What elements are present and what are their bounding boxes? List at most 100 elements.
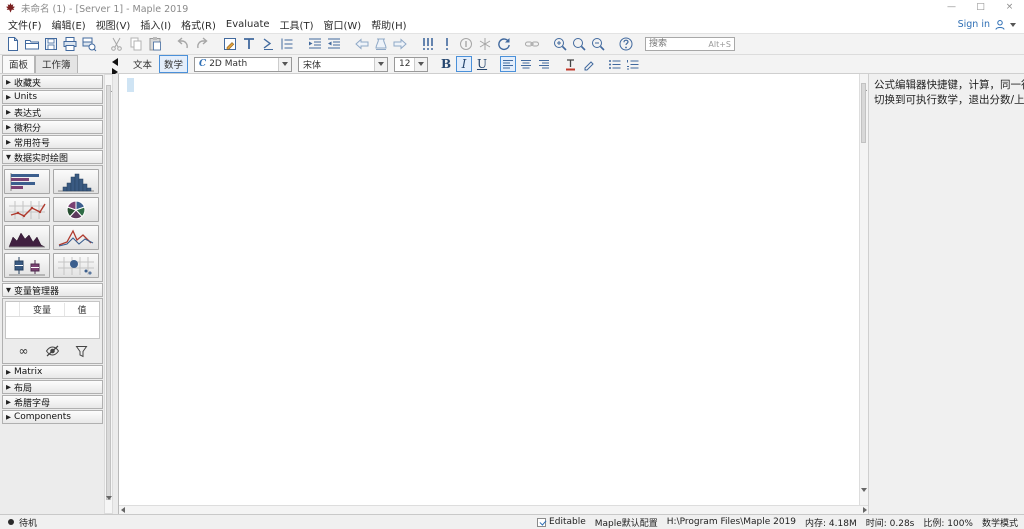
insert-code-edit-button[interactable]	[220, 35, 239, 54]
text-mode-button[interactable]: 文本	[128, 55, 157, 73]
menu-window[interactable]: 窗口(W)	[318, 16, 366, 33]
help-button[interactable]	[616, 35, 635, 54]
indent-button[interactable]	[305, 35, 324, 54]
outdent-button[interactable]	[324, 35, 343, 54]
tab-panels[interactable]: 面板	[2, 55, 35, 73]
redo-button[interactable]	[192, 35, 211, 54]
menu-format[interactable]: 格式(R)	[176, 16, 221, 33]
scroll-right-icon[interactable]	[863, 507, 867, 513]
print-button[interactable]	[60, 35, 79, 54]
editable-checkbox[interactable]	[537, 518, 546, 527]
tab-workbook[interactable]: 工作簿	[35, 55, 78, 73]
document-horizontal-scrollbar[interactable]	[119, 505, 869, 514]
bold-button[interactable]: B	[438, 56, 454, 72]
insert-maple-prompt-button[interactable]	[258, 35, 277, 54]
hyperlink-button[interactable]	[522, 35, 541, 54]
menu-edit[interactable]: 编辑(E)	[47, 16, 91, 33]
palette-common-symbols[interactable]: ▶常用符号	[2, 135, 103, 149]
insert-text-button[interactable]	[239, 35, 258, 54]
style-dropdown[interactable]: C 2D Math	[194, 57, 292, 72]
scroll-down-icon[interactable]	[861, 488, 867, 503]
dropdown-arrow-icon[interactable]	[378, 62, 384, 66]
math-mode-button[interactable]: 数学	[159, 55, 188, 73]
zoom-in-button[interactable]	[550, 35, 569, 54]
copy-button[interactable]	[126, 35, 145, 54]
point-plot-button[interactable]	[4, 197, 50, 222]
palette-greek-letters[interactable]: ▶希腊字母	[2, 395, 103, 409]
paste-button[interactable]	[145, 35, 164, 54]
palette-favorites[interactable]: ▶收藏夹	[2, 75, 103, 89]
palette-live-data-plots[interactable]: ▼数据实时绘图	[2, 150, 103, 164]
menu-file[interactable]: 文件(F)	[3, 16, 47, 33]
debug-button[interactable]	[475, 35, 494, 54]
sidebar-scrollbar-thumb[interactable]	[106, 85, 111, 500]
sign-in-caret-icon[interactable]	[1010, 23, 1016, 27]
font-dropdown[interactable]: 宋体	[298, 57, 388, 72]
interrupt-button[interactable]	[456, 35, 475, 54]
dropdown-arrow-icon[interactable]	[282, 62, 288, 66]
sidebar-scrollbar[interactable]	[104, 74, 113, 514]
new-document-button[interactable]	[3, 35, 22, 54]
palette-variable-manager[interactable]: ▼变量管理器	[2, 283, 103, 297]
palette-expressions[interactable]: ▶表达式	[2, 105, 103, 119]
hide-variables-button[interactable]	[42, 343, 64, 359]
variable-table[interactable]: 变量 值	[5, 301, 100, 339]
cut-button[interactable]	[107, 35, 126, 54]
palette-units[interactable]: ▶Units	[2, 90, 103, 104]
highlight-pen-button[interactable]	[580, 56, 596, 72]
align-right-button[interactable]	[536, 56, 552, 72]
scroll-left-icon[interactable]	[121, 507, 125, 513]
histogram-plot-button[interactable]	[53, 169, 99, 194]
zoom-out-button[interactable]	[588, 35, 607, 54]
menu-insert[interactable]: 插入(I)	[135, 16, 176, 33]
font-color-button[interactable]	[562, 56, 578, 72]
zoom-default-button[interactable]	[569, 35, 588, 54]
align-center-button[interactable]	[518, 56, 534, 72]
area-chart-plot-button[interactable]	[4, 225, 50, 250]
print-preview-button[interactable]	[79, 35, 98, 54]
italic-button[interactable]: I	[456, 56, 472, 72]
worksheet-canvas[interactable]	[118, 74, 868, 514]
palette-calculus[interactable]: ▶微积分	[2, 120, 103, 134]
line-chart-plot-button[interactable]	[53, 225, 99, 250]
close-button[interactable]: ×	[995, 0, 1024, 16]
box-plot-button[interactable]	[4, 253, 50, 278]
menu-evaluate[interactable]: Evaluate	[221, 18, 275, 31]
vertical-scrollbar-thumb[interactable]	[861, 83, 866, 143]
parent-button[interactable]	[371, 35, 390, 54]
save-button[interactable]	[41, 35, 60, 54]
scroll-down-icon[interactable]	[106, 496, 112, 511]
sign-in-link[interactable]: Sign in	[958, 19, 990, 30]
user-icon[interactable]	[994, 19, 1006, 31]
numbered-list-button[interactable]	[624, 56, 640, 72]
back-button[interactable]	[352, 35, 371, 54]
minimize-button[interactable]: —	[937, 0, 966, 16]
execute-button[interactable]	[437, 35, 456, 54]
bullet-list-button[interactable]	[606, 56, 622, 72]
menu-tools[interactable]: 工具(T)	[275, 16, 319, 33]
collapse-left-panel-icon[interactable]	[112, 58, 118, 66]
undo-button[interactable]	[173, 35, 192, 54]
palette-layout[interactable]: ▶布局	[2, 380, 103, 394]
filter-variables-button[interactable]	[71, 343, 93, 359]
scatter-plot-button[interactable]	[53, 253, 99, 278]
palette-matrix[interactable]: ▶Matrix	[2, 365, 103, 379]
underline-button[interactable]: U	[474, 56, 490, 72]
open-button[interactable]	[22, 35, 41, 54]
font-size-dropdown[interactable]: 12	[394, 57, 428, 72]
document-vertical-scrollbar[interactable]	[859, 74, 868, 505]
palette-components[interactable]: ▶Components	[2, 410, 103, 424]
execute-all-button[interactable]	[418, 35, 437, 54]
insert-section-button[interactable]	[277, 35, 296, 54]
dropdown-arrow-icon[interactable]	[418, 62, 424, 66]
maximize-button[interactable]: □	[966, 0, 995, 16]
search-input[interactable]	[645, 37, 735, 51]
restart-button[interactable]	[494, 35, 513, 54]
link-variables-button[interactable]: ∞	[13, 343, 35, 359]
align-left-button[interactable]	[500, 56, 516, 72]
forward-button[interactable]	[390, 35, 409, 54]
menu-view[interactable]: 视图(V)	[91, 16, 136, 33]
bar-chart-plot-button[interactable]	[4, 169, 50, 194]
menu-help[interactable]: 帮助(H)	[366, 16, 411, 33]
pie-chart-plot-button[interactable]	[53, 197, 99, 222]
